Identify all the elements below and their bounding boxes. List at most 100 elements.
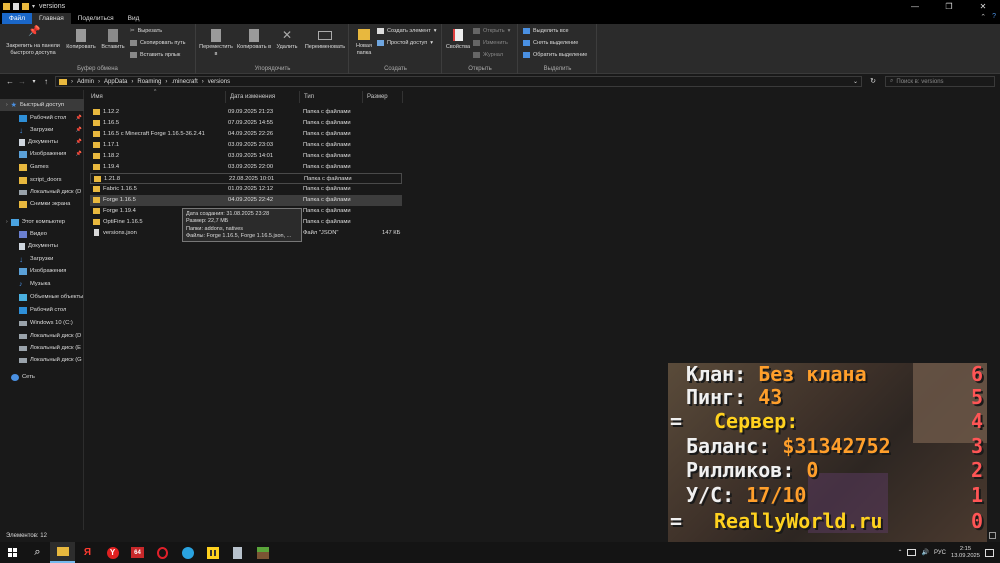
- copy-path-button[interactable]: Скопировать путь: [130, 40, 186, 46]
- nav-item-this-pc[interactable]: › Этот компьютер: [0, 216, 84, 228]
- breadcrumb-item[interactable]: .minecraft: [171, 79, 197, 85]
- nav-item-games[interactable]: Games: [0, 161, 84, 173]
- customize-toolbar-icon[interactable]: ▾: [32, 3, 35, 10]
- nav-item-script-doors[interactable]: script_doors: [0, 174, 84, 186]
- new-folder-icon[interactable]: [22, 2, 29, 10]
- column-header-name[interactable]: Имя: [87, 91, 226, 103]
- paste-shortcut-button[interactable]: Вставить ярлык: [130, 52, 180, 58]
- copy-to-button[interactable]: Копировать в: [235, 29, 273, 51]
- taskbar-file-explorer[interactable]: [50, 542, 75, 563]
- tab-share[interactable]: Поделиться: [71, 13, 121, 24]
- collapse-ribbon-icon[interactable]: ⌃: [980, 13, 986, 21]
- column-header-size[interactable]: Размер: [363, 91, 403, 103]
- list-item[interactable]: 1.18.2 03.09.2025 14:01 Папка с файлами: [90, 151, 402, 162]
- nav-item-video[interactable]: Видео: [0, 228, 84, 240]
- minimize-icon[interactable]: —: [898, 0, 932, 12]
- nav-item-drive-c[interactable]: Windows 10 (C:): [0, 317, 84, 329]
- list-item-selected[interactable]: Forge 1.16.5 04.09.2025 22:42 Папка с фа…: [90, 195, 402, 206]
- nav-item-music[interactable]: ♪ Музыка: [0, 278, 84, 290]
- new-item-button[interactable]: Создать элемент ▾: [377, 28, 437, 34]
- forward-arrow-icon[interactable]: →: [16, 77, 28, 86]
- tab-home[interactable]: Главная: [31, 13, 71, 24]
- refresh-icon[interactable]: ↻: [866, 77, 880, 87]
- taskbar-calculator[interactable]: [225, 542, 250, 563]
- properties-button[interactable]: Свойства: [444, 29, 472, 51]
- address-path[interactable]: › Admin › AppData › Roaming › .minecraft…: [55, 76, 862, 87]
- search-taskbar-button[interactable]: ⌕: [25, 542, 50, 563]
- list-item[interactable]: Fabric 1.16.5 01.09.2025 12:12 Папка с ф…: [90, 184, 402, 195]
- list-item[interactable]: 1.16.5 07.09.2025 14:55 Папка с файлами: [90, 118, 402, 129]
- taskbar-minecraft[interactable]: [250, 542, 275, 563]
- back-arrow-icon[interactable]: ←: [4, 77, 16, 86]
- nav-item-network[interactable]: Сеть: [0, 371, 84, 383]
- list-item[interactable]: 1.17.1 03.09.2025 23:03 Папка с файлами: [90, 140, 402, 151]
- notifications-icon[interactable]: [985, 548, 994, 557]
- nav-item-downloads-pc[interactable]: ↓ Загрузки: [0, 253, 84, 265]
- nav-item-downloads[interactable]: ↓ Загрузки 📌: [0, 124, 84, 136]
- search-input[interactable]: ⌕ Поиск в: versions: [885, 76, 995, 87]
- network-icon[interactable]: [907, 549, 917, 556]
- column-header-date[interactable]: Дата изменения: [226, 91, 300, 103]
- nav-item-documents[interactable]: Документы 📌: [0, 136, 84, 148]
- tab-file[interactable]: Файл: [2, 13, 32, 24]
- pin-quick-access-button[interactable]: 📌 Закрепить на панели быстрого доступа: [2, 27, 64, 56]
- taskbar-yandex[interactable]: Y: [100, 542, 125, 563]
- language-indicator[interactable]: РУС: [934, 550, 946, 556]
- list-item[interactable]: 1.16.5 с Minecraft Forge 1.16.5-36.2.41 …: [90, 129, 402, 140]
- breadcrumb-item[interactable]: versions: [208, 79, 230, 85]
- maximize-icon[interactable]: ❐: [932, 0, 966, 12]
- pin-label: Закрепить на панели быстрого доступа: [6, 43, 60, 56]
- nav-item-quick-access[interactable]: › ★ Быстрый доступ: [0, 99, 84, 111]
- breadcrumb-item[interactable]: Admin: [77, 79, 94, 85]
- cut-button[interactable]: ✂ Вырезать: [130, 28, 162, 34]
- clock[interactable]: 2:15 13.09.2025: [951, 546, 980, 560]
- nav-item-3d-objects[interactable]: Объемные объекты: [0, 291, 84, 303]
- nav-item-drive-g[interactable]: Локальный диск (G: [0, 354, 84, 366]
- breadcrumb-item[interactable]: AppData: [104, 79, 127, 85]
- delete-button[interactable]: ✕ Удалить: [273, 29, 301, 51]
- nav-item-drive-e[interactable]: Локальный диск (E: [0, 342, 84, 354]
- taskbar-telegram[interactable]: [175, 542, 200, 563]
- start-button[interactable]: [0, 542, 25, 563]
- nav-item-pictures[interactable]: Изображения 📌: [0, 148, 84, 160]
- new-group-label: Создать: [384, 66, 407, 72]
- taskbar-app-64[interactable]: 64: [125, 542, 150, 563]
- new-folder-button[interactable]: Новая папка: [352, 29, 376, 56]
- invert-selection-button[interactable]: Обратить выделение: [523, 52, 587, 58]
- breadcrumb-item[interactable]: Roaming: [137, 79, 161, 85]
- taskbar-yandex-browser[interactable]: Я: [75, 542, 100, 563]
- nav-item-drive-d[interactable]: Локальный диск (D: [0, 330, 84, 342]
- nav-item-screenshots[interactable]: Снимки экрана: [0, 198, 84, 210]
- list-item[interactable]: 1.21.8 22.08.2025 10:01 Папка с файлами: [90, 173, 402, 184]
- show-hidden-icons-icon[interactable]: ⌃: [897, 549, 902, 556]
- select-none-button[interactable]: Снять выделение: [523, 40, 578, 46]
- rename-button[interactable]: Переименовать: [301, 29, 349, 51]
- taskbar-opera[interactable]: [150, 542, 175, 563]
- select-all-button[interactable]: Выделить все: [523, 28, 569, 34]
- help-icon[interactable]: ?: [992, 13, 996, 21]
- large-icons-view-icon[interactable]: [989, 532, 996, 539]
- column-header-type[interactable]: Тип: [300, 91, 363, 103]
- nav-item-desktop-pc[interactable]: Рабочий стол: [0, 304, 84, 316]
- nav-item-pictures-pc[interactable]: Изображения: [0, 265, 84, 277]
- volume-icon[interactable]: 🔊: [921, 549, 928, 556]
- taskbar-app-yellow[interactable]: [200, 542, 225, 563]
- open-button[interactable]: Открыть ▾: [473, 28, 510, 34]
- easy-access-button[interactable]: Простой доступ ▾: [377, 40, 433, 46]
- paste-button[interactable]: Вставить: [98, 29, 128, 51]
- address-dropdown-icon[interactable]: ⌄: [853, 78, 858, 85]
- recent-locations-icon[interactable]: ▾: [28, 78, 40, 85]
- copy-button[interactable]: Копировать: [64, 29, 98, 51]
- nav-item-desktop[interactable]: Рабочий стол 📌: [0, 112, 84, 124]
- up-arrow-icon[interactable]: ↑: [40, 77, 52, 86]
- nav-item-local-disk-d[interactable]: Локальный диск (D: [0, 186, 84, 198]
- edit-button[interactable]: Изменить: [473, 40, 508, 46]
- tab-view[interactable]: Вид: [121, 13, 147, 24]
- nav-item-documents-pc[interactable]: Документы: [0, 240, 84, 252]
- move-to-button[interactable]: Переместить в: [197, 29, 235, 57]
- history-button[interactable]: Журнал: [473, 52, 503, 58]
- list-item[interactable]: 1.19.4 03.09.2025 22:00 Папка с файлами: [90, 162, 402, 173]
- list-item[interactable]: 1.12.2 09.09.2025 21:23 Папка с файлами: [90, 107, 402, 118]
- properties-icon[interactable]: [13, 2, 19, 10]
- close-icon[interactable]: ✕: [966, 0, 1000, 12]
